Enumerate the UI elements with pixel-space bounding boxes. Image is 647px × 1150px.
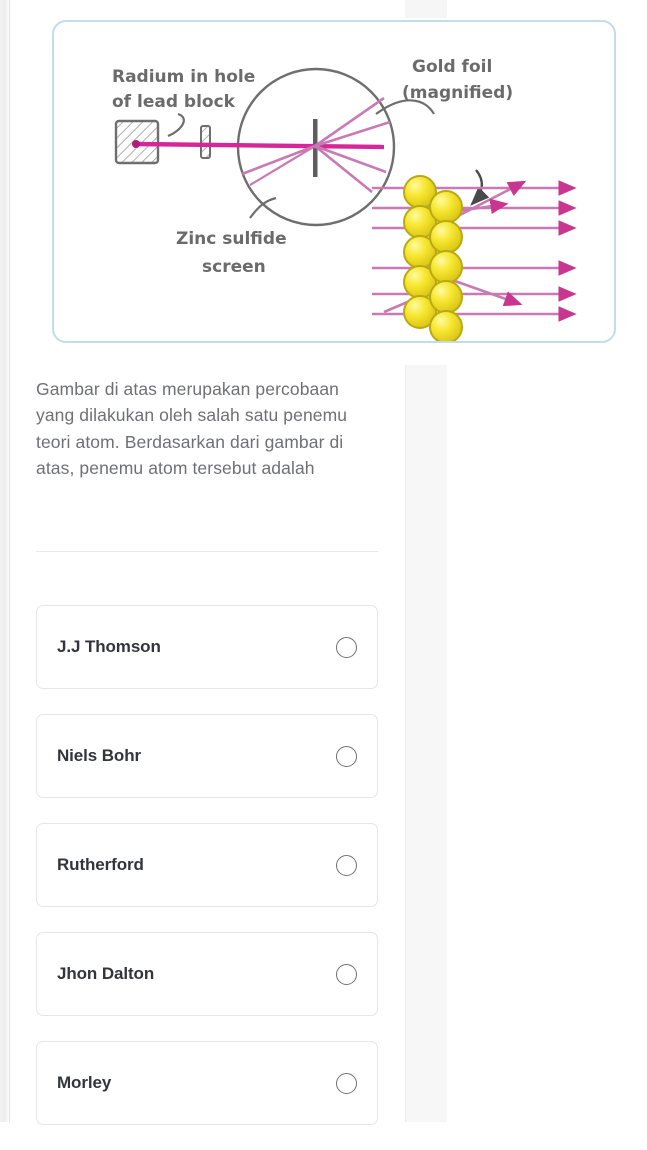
label-radium-line2: of lead block	[112, 92, 236, 112]
option-label-0: J.J Thomson	[57, 637, 161, 656]
option-label-1: Niels Bohr	[57, 746, 142, 765]
label-gold-foil-line1: Gold foil	[412, 57, 492, 77]
option-radio-3[interactable]	[336, 963, 357, 985]
label-zinc-sulfide-line2: screen	[202, 257, 266, 277]
question-image-card: Radium in hole of lead block Gold foil (…	[52, 20, 616, 343]
gold-foil-experiment-illustration: Radium in hole of lead block Gold foil (…	[112, 57, 577, 341]
option-label-4: Morley	[57, 1073, 112, 1092]
question-text: Gambar di atas merupakan percobaan yang …	[36, 379, 348, 479]
option-card-0[interactable]: J.J Thomson	[36, 605, 378, 689]
option-card-3[interactable]: Jhon Dalton	[36, 932, 378, 1016]
left-panel-divider	[9, 0, 10, 1122]
option-radio-1[interactable]	[336, 745, 357, 767]
option-label-3: Jhon Dalton	[57, 964, 155, 983]
right-side-panel	[405, 365, 447, 1122]
label-radium-line1: Radium in hole	[112, 67, 255, 87]
option-card-4[interactable]: Morley	[36, 1041, 378, 1125]
option-label-2: Rutherford	[57, 855, 144, 874]
option-radio-4[interactable]	[336, 1072, 357, 1094]
option-card-1[interactable]: Niels Bohr	[36, 714, 378, 798]
right-panel-top-fragment	[405, 0, 447, 18]
option-radio-0[interactable]	[336, 636, 357, 658]
left-panel-edge	[0, 0, 9, 1122]
label-zinc-sulfide-line1: Zinc sulfide	[176, 229, 287, 249]
right-side-panel-divider	[405, 365, 406, 1122]
section-divider	[36, 551, 378, 552]
label-gold-foil-line2: (magnified)	[402, 83, 513, 103]
option-card-2[interactable]: Rutherford	[36, 823, 378, 907]
gold-atoms	[403, 175, 463, 341]
answer-options-list: J.J Thomson Niels Bohr Rutherford Jhon D…	[36, 605, 378, 1150]
option-radio-2[interactable]	[336, 854, 357, 876]
